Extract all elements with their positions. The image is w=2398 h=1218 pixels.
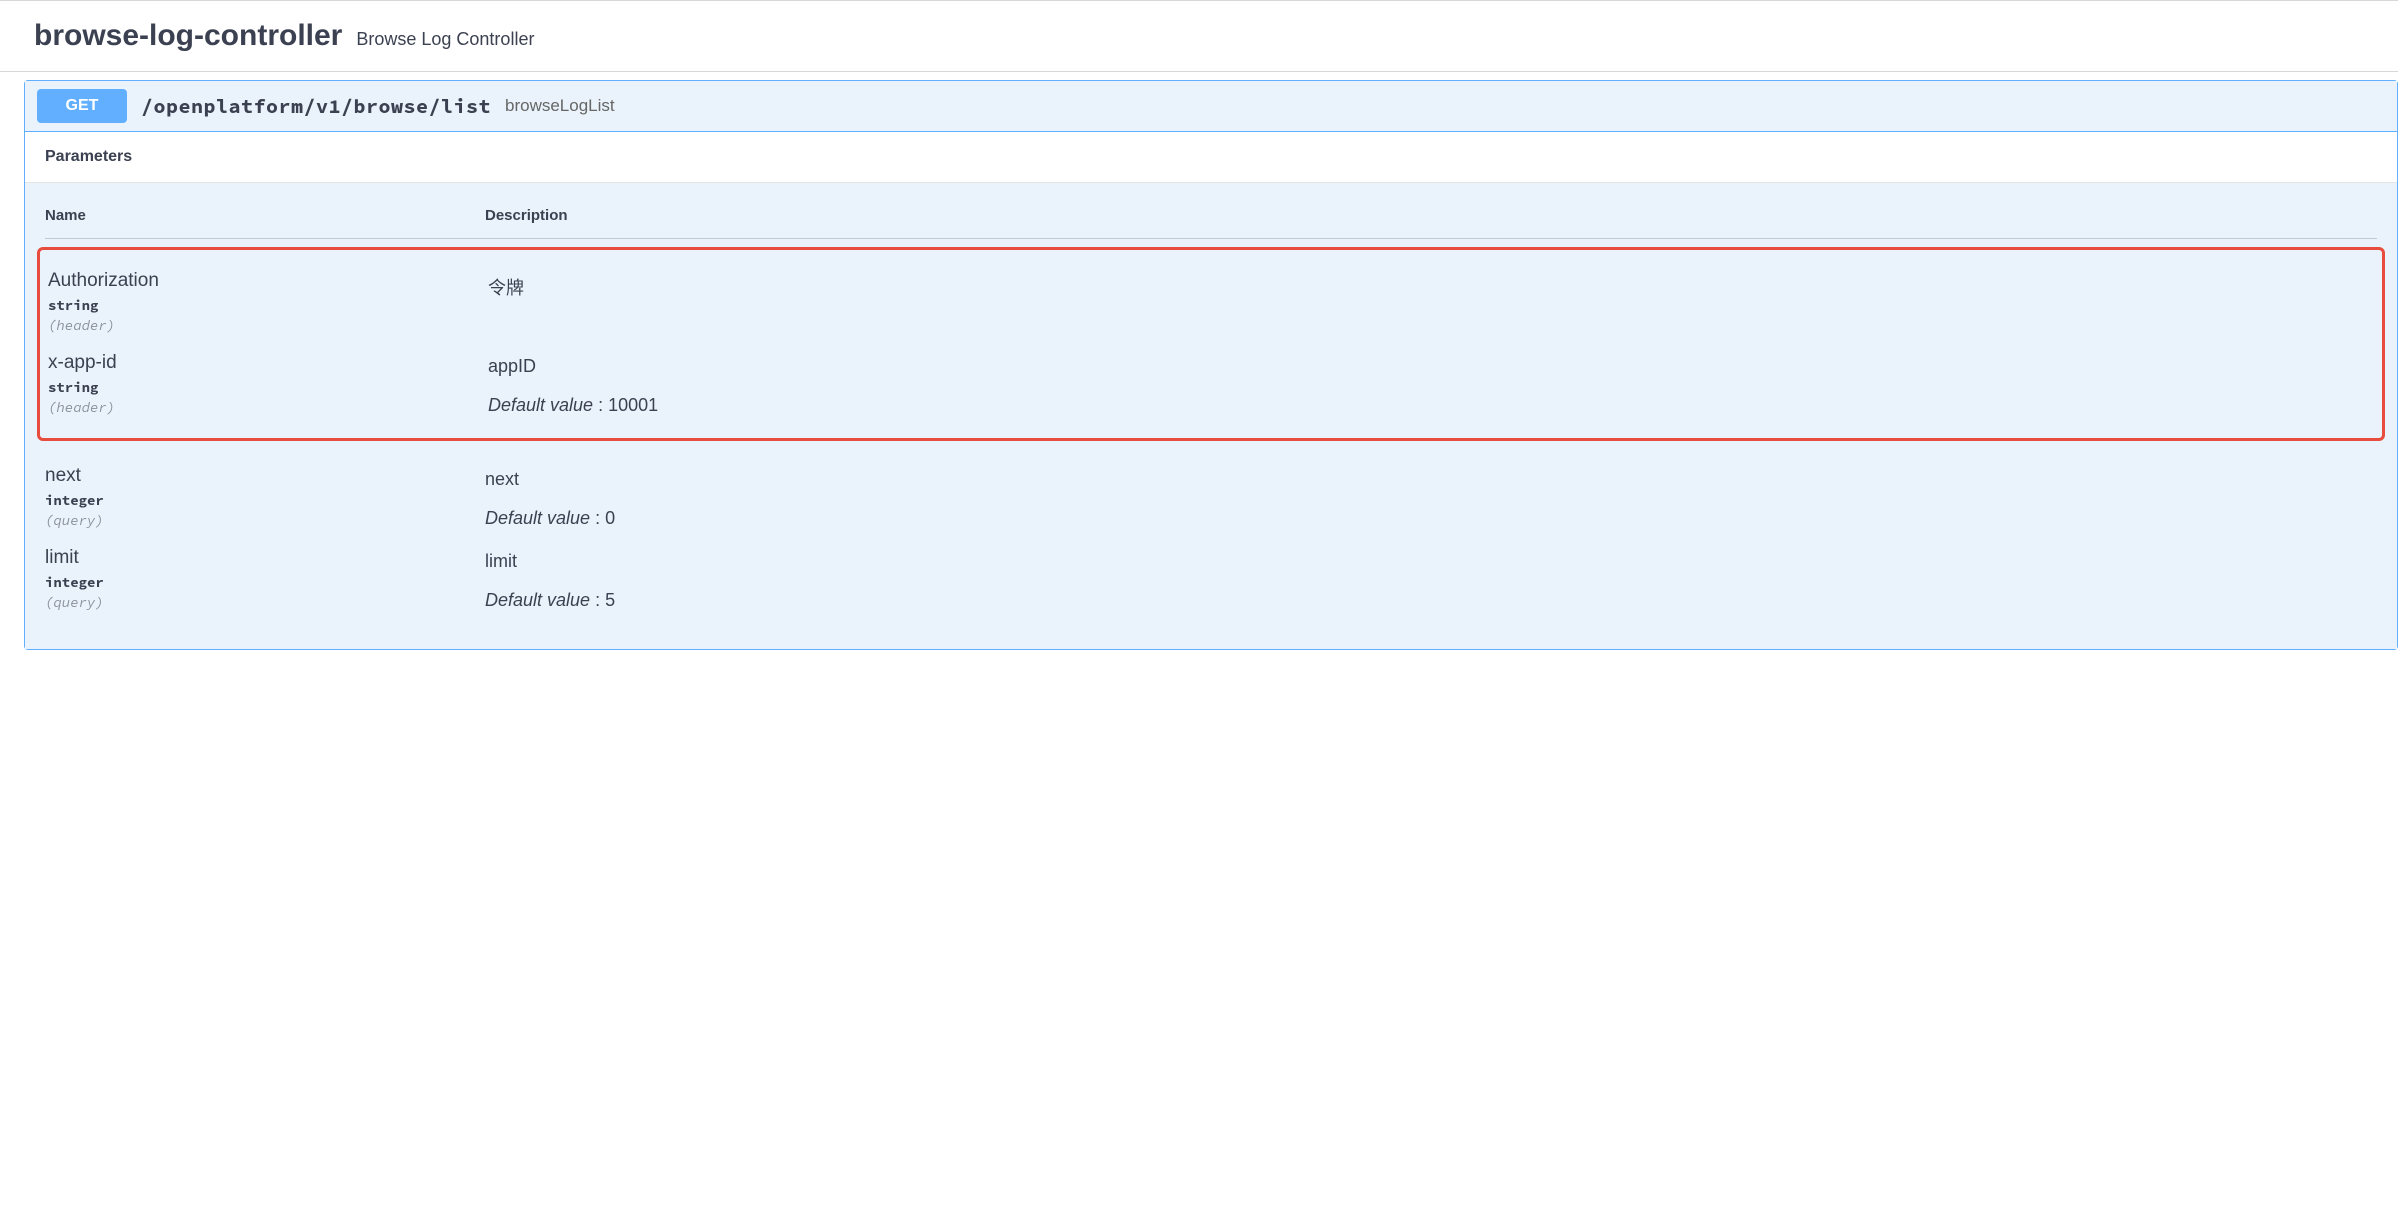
param-desc-col: limit Default value : 5 (485, 547, 2377, 611)
param-default: Default value : 5 (485, 590, 2377, 611)
param-type: integer (45, 573, 485, 591)
param-default: Default value : 0 (485, 508, 2377, 529)
tag-name: browse-log-controller (34, 19, 342, 53)
parameters-header: Parameters (25, 132, 2397, 183)
operation-block: GET /openplatform/v1/browse/list browseL… (24, 80, 2398, 650)
operation-path: /openplatform/v1/browse/list (141, 94, 491, 119)
default-value: : 10001 (593, 395, 658, 415)
param-description: limit (485, 551, 2377, 572)
param-row: Authorization string (header) 令牌 (48, 260, 2374, 342)
param-description: 令牌 (488, 274, 2374, 300)
param-desc-col: next Default value : 0 (485, 465, 2377, 529)
param-type: string (48, 296, 488, 314)
param-row: next integer (query) next Default value … (45, 455, 2377, 537)
default-label: Default value (485, 590, 590, 610)
default-label: Default value (488, 395, 593, 415)
param-in: (query) (45, 511, 485, 529)
param-in: (header) (48, 398, 488, 416)
param-name: limit (45, 547, 485, 569)
param-in: (header) (48, 316, 488, 334)
parameters-table-head: Name Description (45, 207, 2377, 239)
parameters-title: Parameters (45, 148, 132, 165)
param-description: appID (488, 356, 2374, 377)
param-name-col: x-app-id string (header) (48, 352, 488, 416)
param-name: Authorization (48, 270, 488, 292)
parameters-body: Name Description Authorization string (h… (25, 183, 2397, 649)
tag-header[interactable]: browse-log-controller Browse Log Control… (0, 1, 2398, 71)
http-method-badge: GET (37, 89, 127, 123)
param-default: Default value : 10001 (488, 395, 2374, 416)
param-row: limit integer (query) limit Default valu… (45, 537, 2377, 619)
column-header-description: Description (485, 207, 2377, 224)
tag-description: Browse Log Controller (356, 29, 534, 50)
param-name: next (45, 465, 485, 487)
page: browse-log-controller Browse Log Control… (0, 0, 2398, 1218)
param-type: integer (45, 491, 485, 509)
default-label: Default value (485, 508, 590, 528)
opblock-wrap: GET /openplatform/v1/browse/list browseL… (0, 72, 2398, 650)
param-type: string (48, 378, 488, 396)
param-desc-col: appID Default value : 10001 (488, 352, 2374, 416)
operation-summary[interactable]: GET /openplatform/v1/browse/list browseL… (25, 81, 2397, 132)
column-header-name: Name (45, 207, 485, 224)
default-value: : 0 (590, 508, 615, 528)
param-name: x-app-id (48, 352, 488, 374)
param-name-col: Authorization string (header) (48, 270, 488, 334)
default-value: : 5 (590, 590, 615, 610)
highlighted-parameters: Authorization string (header) 令牌 x-app-i… (37, 247, 2385, 441)
param-in: (query) (45, 593, 485, 611)
param-name-col: limit integer (query) (45, 547, 485, 611)
param-row: x-app-id string (header) appID Default v… (48, 342, 2374, 424)
param-desc-col: 令牌 (488, 270, 2374, 334)
operation-description: browseLogList (505, 96, 615, 116)
param-description: next (485, 469, 2377, 490)
param-name-col: next integer (query) (45, 465, 485, 529)
